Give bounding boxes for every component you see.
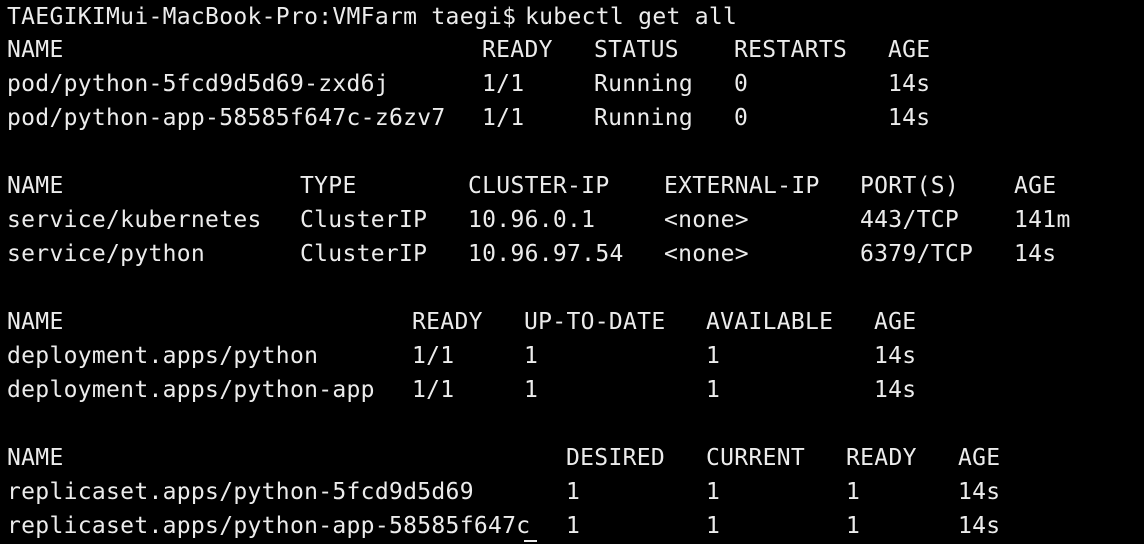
col-header-current: CURRENT xyxy=(706,445,806,471)
deployment-up-to-date: 1 xyxy=(524,377,539,403)
deployments-header-row: NAME READY UP-TO-DATE AVAILABLE AGE xyxy=(0,305,1144,339)
replicaset-desired: 1 xyxy=(566,479,581,505)
pod-name: pod/python-app-58585f647c-z6zv7 xyxy=(7,105,446,131)
table-row: service/python ClusterIP 10.96.97.54 <no… xyxy=(0,237,1144,271)
pod-ready: 1/1 xyxy=(482,71,525,97)
service-ports: 443/TCP xyxy=(860,207,960,233)
deployment-ready: 1/1 xyxy=(412,343,455,369)
deployment-available: 1 xyxy=(706,343,721,369)
deployment-ready: 1/1 xyxy=(412,377,455,403)
col-header-status: STATUS xyxy=(594,37,679,63)
col-header-ready: READY xyxy=(412,309,483,335)
col-header-ready: READY xyxy=(482,37,553,63)
service-cluster-ip: 10.96.0.1 xyxy=(468,207,596,233)
service-type: ClusterIP xyxy=(300,207,428,233)
replicaset-desired: 1 xyxy=(566,513,581,539)
col-header-restarts: RESTARTS xyxy=(734,37,848,63)
deployment-age: 14s xyxy=(874,343,917,369)
table-row: pod/python-5fcd9d5d69-zxd6j 1/1 Running … xyxy=(0,67,1144,101)
replicasets-header-row: NAME DESIRED CURRENT READY AGE xyxy=(0,441,1144,475)
deployment-age: 14s xyxy=(874,377,917,403)
pod-status: Running xyxy=(594,71,694,97)
col-header-age: AGE xyxy=(958,445,1001,471)
table-row: replicaset.apps/python-app-58585f647c 1 … xyxy=(0,509,1144,543)
replicaset-current: 1 xyxy=(706,513,721,539)
replicaset-age: 14s xyxy=(958,479,1001,505)
pod-restarts: 0 xyxy=(734,105,749,131)
replicaset-ready: 1 xyxy=(846,513,861,539)
replicaset-current: 1 xyxy=(706,479,721,505)
col-header-name: NAME xyxy=(7,445,64,471)
pod-restarts: 0 xyxy=(734,71,749,97)
replicaset-ready: 1 xyxy=(846,479,861,505)
services-header-row: NAME TYPE CLUSTER-IP EXTERNAL-IP PORT(S)… xyxy=(0,169,1144,203)
shell-prompt: TAEGIKIMui-MacBook-Pro:VMFarm taegi$ xyxy=(7,4,517,30)
service-type: ClusterIP xyxy=(300,241,428,267)
service-age: 14s xyxy=(1014,241,1057,267)
pod-age: 14s xyxy=(888,71,931,97)
col-header-available: AVAILABLE xyxy=(706,309,834,335)
table-row: deployment.apps/python-app 1/1 1 1 14s xyxy=(0,373,1144,407)
replicaset-name: replicaset.apps/python-app-58585f647c xyxy=(7,513,531,539)
command-text: kubectl get all xyxy=(525,4,738,30)
pod-ready: 1/1 xyxy=(482,105,525,131)
service-external-ip: <none> xyxy=(664,207,749,233)
table-row: replicaset.apps/python-5fcd9d5d69 1 1 1 … xyxy=(0,475,1144,509)
pod-age: 14s xyxy=(888,105,931,131)
service-age: 141m xyxy=(1014,207,1071,233)
col-header-up-to-date: UP-TO-DATE xyxy=(524,309,666,335)
terminal-window[interactable]: TAEGIKIMui-MacBook-Pro:VMFarm taegi$ kub… xyxy=(0,0,1144,544)
col-header-age: AGE xyxy=(888,37,931,63)
col-header-name: NAME xyxy=(7,37,64,63)
deployment-available: 1 xyxy=(706,377,721,403)
service-name: service/kubernetes xyxy=(7,207,262,233)
replicaset-name: replicaset.apps/python-5fcd9d5d69 xyxy=(7,479,474,505)
replicaset-age: 14s xyxy=(958,513,1001,539)
table-row: deployment.apps/python 1/1 1 1 14s xyxy=(0,339,1144,373)
deployment-name: deployment.apps/python-app xyxy=(7,377,375,403)
deployment-name: deployment.apps/python xyxy=(7,343,319,369)
table-row: pod/python-app-58585f647c-z6zv7 1/1 Runn… xyxy=(0,101,1144,135)
col-header-age: AGE xyxy=(1014,173,1057,199)
col-header-ready: READY xyxy=(846,445,917,471)
col-header-desired: DESIRED xyxy=(566,445,666,471)
pod-status: Running xyxy=(594,105,694,131)
col-header-ports: PORT(S) xyxy=(860,173,960,199)
service-cluster-ip: 10.96.97.54 xyxy=(468,241,624,267)
col-header-type: TYPE xyxy=(300,173,357,199)
table-row: service/kubernetes ClusterIP 10.96.0.1 <… xyxy=(0,203,1144,237)
service-name: service/python xyxy=(7,241,206,267)
text-cursor xyxy=(524,540,537,542)
col-header-age: AGE xyxy=(874,309,917,335)
command-line: TAEGIKIMui-MacBook-Pro:VMFarm taegi$ kub… xyxy=(0,0,1144,34)
deployment-up-to-date: 1 xyxy=(524,343,539,369)
col-header-cluster-ip: CLUSTER-IP xyxy=(468,173,610,199)
col-header-name: NAME xyxy=(7,309,64,335)
service-external-ip: <none> xyxy=(664,241,749,267)
service-ports: 6379/TCP xyxy=(860,241,974,267)
col-header-name: NAME xyxy=(7,173,64,199)
pods-header-row: NAME READY STATUS RESTARTS AGE xyxy=(0,33,1144,67)
pod-name: pod/python-5fcd9d5d69-zxd6j xyxy=(7,71,389,97)
col-header-external-ip: EXTERNAL-IP xyxy=(664,173,820,199)
